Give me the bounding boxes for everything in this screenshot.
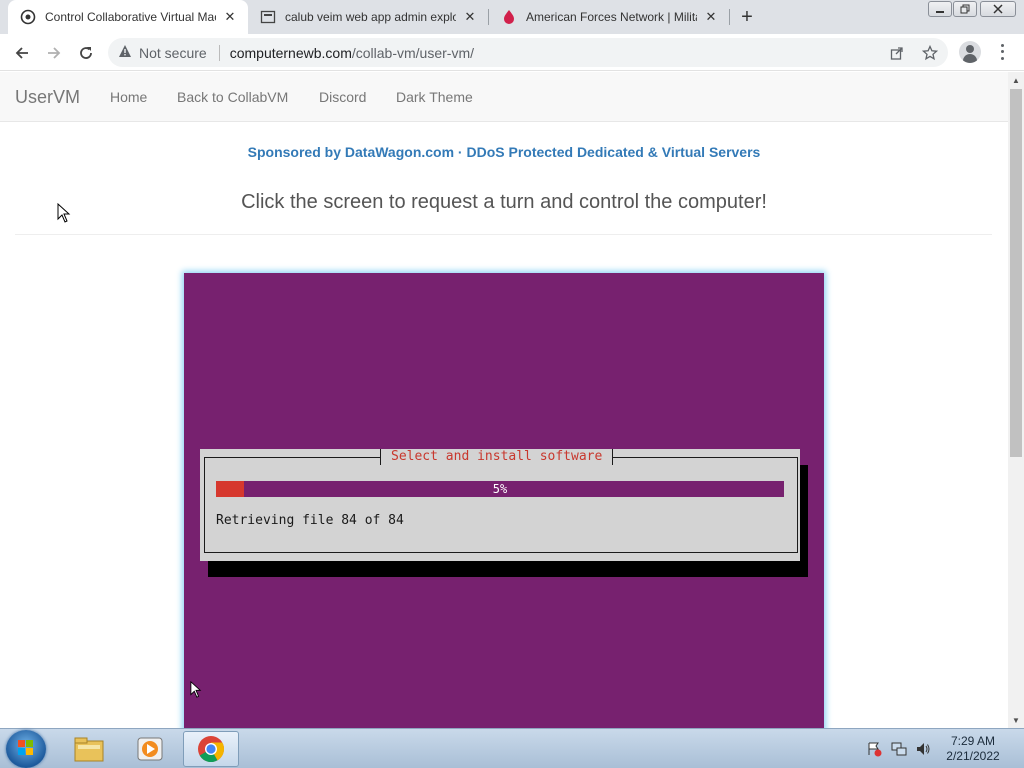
sponsor-link[interactable]: Sponsored by DataWagon.com · DDoS Protec…: [0, 144, 1008, 160]
windows-logo-icon: [18, 740, 34, 756]
clock-time: 7:29 AM: [950, 734, 996, 748]
tab-title: Control Collaborative Virtual Mac: [45, 10, 216, 24]
scroll-thumb[interactable]: [1010, 89, 1022, 457]
close-tab-icon[interactable]: ✕: [462, 9, 478, 25]
scroll-up-arrow-icon[interactable]: ▲: [1008, 72, 1024, 88]
volume-icon[interactable]: [915, 741, 931, 757]
media-player-icon: [137, 737, 163, 761]
mouse-pointer-icon: [57, 203, 71, 223]
minimize-button[interactable]: [928, 1, 952, 17]
url-text[interactable]: computernewb.com/collab-vm/user-vm/: [230, 45, 474, 61]
afn-favicon-icon: [501, 9, 517, 25]
tab-separator: [729, 9, 730, 25]
progress-bar: 5%: [216, 481, 784, 497]
windows-taskbar: 7:29 AM 2/21/2022: [0, 728, 1024, 768]
network-icon[interactable]: [891, 741, 907, 757]
security-label[interactable]: Not secure: [139, 45, 207, 61]
nav-dark-theme[interactable]: Dark Theme: [396, 89, 473, 105]
page-scrollbar[interactable]: ▲ ▼: [1008, 72, 1024, 728]
divider: [15, 234, 992, 235]
nav-home[interactable]: Home: [110, 89, 147, 105]
chrome-icon: [198, 736, 225, 763]
back-arrow-icon: [15, 47, 28, 59]
close-tab-icon[interactable]: ✕: [703, 9, 719, 25]
warning-icon[interactable]: [118, 44, 132, 61]
action-center-flag-icon[interactable]: [866, 741, 882, 757]
restore-button[interactable]: [953, 1, 977, 17]
back-button[interactable]: [9, 40, 35, 66]
collabvm-favicon-icon: [20, 9, 36, 25]
progress-label: 5%: [492, 482, 508, 496]
status-text: Retrieving file 84 of 84: [216, 513, 404, 528]
reload-icon: [80, 47, 92, 59]
dialog-title: Select and install software: [380, 449, 614, 465]
tab-strip: Control Collaborative Virtual Mac ✕ calu…: [0, 0, 1024, 34]
vm-display[interactable]: Select and install software 5% Retrievin…: [184, 273, 824, 728]
nav-back-to-collabvm[interactable]: Back to CollabVM: [177, 89, 288, 105]
file-explorer-icon: [74, 737, 104, 762]
nav-discord[interactable]: Discord: [319, 89, 366, 105]
reload-button[interactable]: [73, 40, 99, 66]
clock-date: 2/21/2022: [946, 749, 1000, 763]
browser-toolbar: Not secure computernewb.com/collab-vm/us…: [0, 34, 1024, 71]
address-bar[interactable]: Not secure computernewb.com/collab-vm/us…: [108, 38, 948, 67]
tab-collabvm[interactable]: Control Collaborative Virtual Mac ✕: [8, 0, 248, 34]
system-clock[interactable]: 7:29 AM 2/21/2022: [940, 734, 1006, 764]
tab-title: American Forces Network | Milita: [526, 10, 697, 24]
taskbar-chrome[interactable]: [183, 731, 239, 767]
omnibox-divider: [218, 44, 220, 61]
page-favicon-icon: [260, 9, 276, 25]
start-button[interactable]: [6, 730, 46, 768]
brand-link[interactable]: UserVM: [15, 87, 80, 108]
taskbar-file-explorer[interactable]: [61, 731, 117, 767]
forward-button[interactable]: [41, 40, 67, 66]
bookmark-star-icon[interactable]: [921, 44, 939, 62]
site-navbar: UserVM Home Back to CollabVM Discord Dar…: [0, 72, 1008, 122]
scroll-down-arrow-icon[interactable]: ▼: [1008, 712, 1024, 728]
close-window-button[interactable]: [980, 1, 1016, 17]
new-tab-button[interactable]: +: [737, 6, 757, 28]
profile-avatar-icon[interactable]: [959, 41, 981, 63]
url-path: /collab-vm/user-vm/: [351, 44, 475, 61]
share-icon[interactable]: [888, 44, 906, 62]
url-host: computernewb.com: [229, 44, 352, 61]
tab-calub-veim[interactable]: calub veim web app admin exploi ✕: [248, 0, 488, 34]
forward-arrow-icon: [48, 47, 61, 59]
dialog-frame: [204, 457, 798, 553]
tab-afn[interactable]: American Forces Network | Milita ✕: [489, 0, 729, 34]
vm-pointer-icon: [190, 681, 202, 698]
instruction-text: Click the screen to request a turn and c…: [241, 191, 767, 213]
menu-kebab-icon[interactable]: [996, 42, 1008, 62]
page-viewport: UserVM Home Back to CollabVM Discord Dar…: [0, 72, 1008, 728]
taskbar-media-player[interactable]: [122, 731, 178, 767]
installer-dialog: Select and install software 5% Retrievin…: [200, 449, 800, 561]
close-tab-icon[interactable]: ✕: [222, 9, 238, 25]
tab-title: calub veim web app admin exploi: [285, 10, 456, 24]
